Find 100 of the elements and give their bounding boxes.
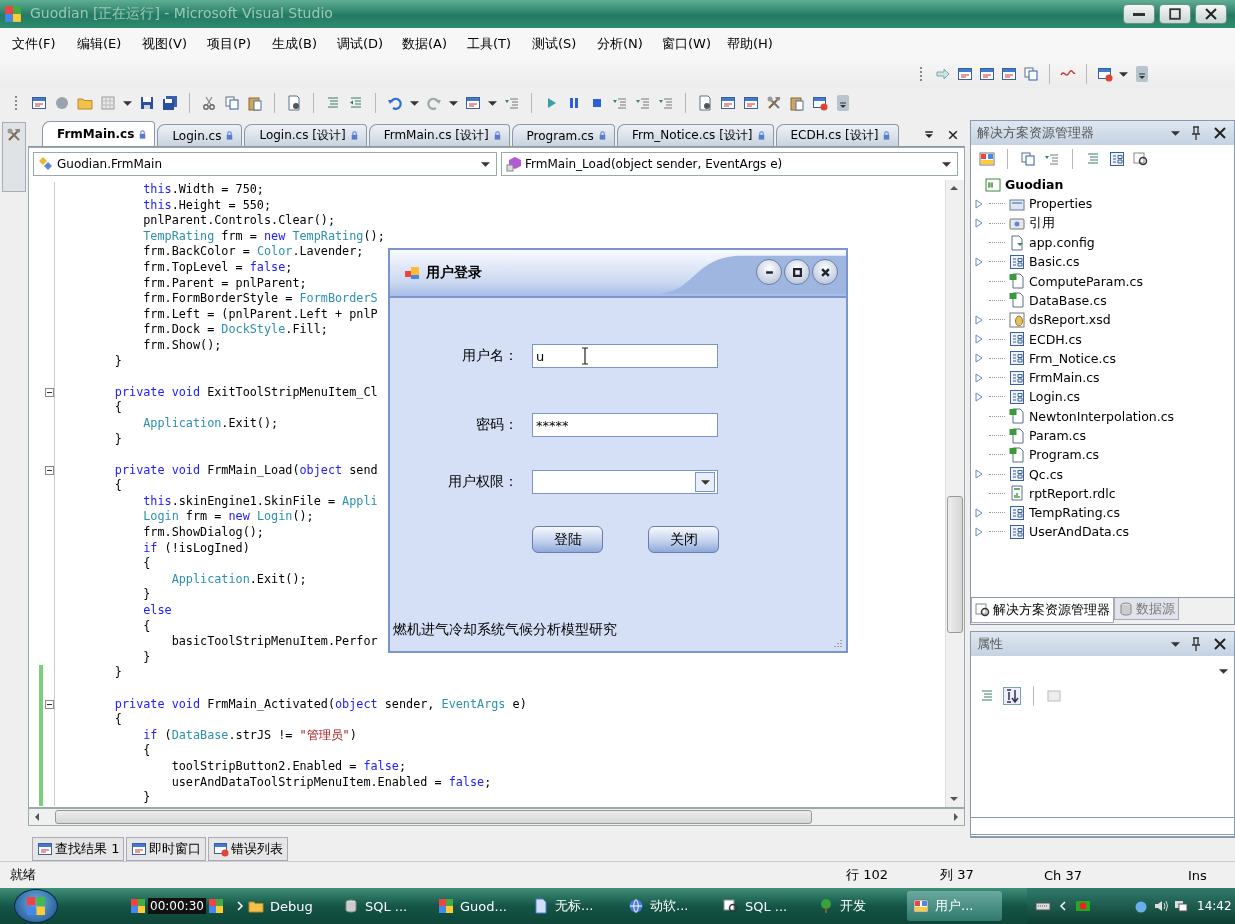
tree-item[interactable]: Basic.cs	[1029, 254, 1080, 270]
scrollbar[interactable]	[28, 808, 965, 826]
caret-icon[interactable]	[449, 100, 458, 106]
maximize-button[interactable]	[1159, 4, 1191, 24]
minimize-button[interactable]	[1123, 4, 1155, 24]
close-icon[interactable]	[947, 129, 959, 141]
folder-icon[interactable]	[77, 95, 93, 111]
caret-icon[interactable]	[410, 100, 419, 106]
copy-icon[interactable]	[224, 95, 240, 111]
expand-icon[interactable]	[975, 469, 983, 480]
taskbar-button[interactable]: SQL ...	[337, 891, 432, 921]
panel-tab[interactable]: 数据源	[1114, 598, 1179, 620]
scrollbar-thumb[interactable]	[55, 810, 812, 824]
tools-icon[interactable]	[766, 95, 782, 111]
tree-item[interactable]: Program.cs	[1029, 447, 1100, 463]
overflow-icon[interactable]	[835, 95, 851, 111]
paste-icon[interactable]	[247, 95, 263, 111]
combo-box[interactable]	[532, 470, 718, 494]
window-icon[interactable]	[1097, 66, 1113, 82]
window-icon[interactable]	[957, 66, 973, 82]
tree-item[interactable]: Qc.cs	[1029, 466, 1064, 482]
menu-item[interactable]: 数据(A)	[402, 35, 467, 53]
panel-tab[interactable]: 解决方案资源管理器	[971, 598, 1114, 623]
copy-icon[interactable]	[1020, 151, 1036, 167]
save-icon[interactable]	[139, 95, 155, 111]
tree-item[interactable]: 引用	[1029, 214, 1055, 232]
magnifier-icon[interactable]	[1133, 151, 1149, 167]
taskbar-button[interactable]: 无标...	[527, 891, 622, 921]
menu-item[interactable]: 分析(N)	[597, 35, 662, 53]
resize-grip-icon[interactable]	[832, 637, 842, 647]
output-tab[interactable]: 错误列表	[208, 837, 289, 861]
window-icon[interactable]	[812, 95, 828, 111]
caret-icon[interactable]	[1119, 71, 1128, 77]
input-field[interactable]: *****	[532, 413, 718, 437]
output-tab[interactable]: 查找结果 1	[32, 837, 125, 861]
copy-icon[interactable]	[1023, 66, 1039, 82]
menu-item[interactable]: 项目(P)	[207, 35, 272, 53]
caret-icon[interactable]	[123, 100, 132, 106]
menu-item[interactable]: 编辑(E)	[77, 35, 142, 53]
menu-item[interactable]: 文件(F)	[12, 35, 77, 53]
editor-tab[interactable]: Frm_Notice.cs [设计]	[616, 124, 774, 146]
window-icon[interactable]	[465, 95, 481, 111]
scrollbar-thumb[interactable]	[947, 496, 963, 633]
window-icon[interactable]	[979, 151, 995, 167]
close-button[interactable]	[1195, 4, 1227, 24]
tree-item[interactable]: Guodian	[1005, 177, 1064, 193]
tree-item[interactable]: FrmMain.cs	[1029, 370, 1100, 386]
expand-icon[interactable]	[975, 507, 983, 518]
app-icon[interactable]	[130, 898, 146, 914]
taskbar-button[interactable]: SQL ...	[717, 891, 812, 921]
expand-icon[interactable]	[975, 314, 983, 325]
window-icon[interactable]	[979, 66, 995, 82]
app-icon[interactable]	[207, 898, 224, 914]
expand-icon[interactable]	[975, 391, 983, 402]
undo-icon[interactable]	[387, 95, 403, 111]
expand-icon[interactable]	[975, 353, 983, 364]
caret-icon[interactable]	[1171, 641, 1180, 647]
expand-icon[interactable]	[975, 218, 983, 229]
tree-item[interactable]: rptReport.rdlc	[1029, 485, 1116, 501]
tree-item[interactable]: Param.cs	[1029, 428, 1086, 443]
editor-tab[interactable]: FrmMain.cs [设计]	[368, 124, 510, 146]
close-icon[interactable]	[1212, 636, 1228, 652]
window-icon[interactable]	[743, 95, 759, 111]
dialog-button[interactable]: 登陆	[532, 526, 603, 553]
menu-item[interactable]: 视图(V)	[142, 35, 207, 53]
taskbar-button[interactable]: Guod...	[432, 891, 527, 921]
editor-tab[interactable]: Program.cs	[511, 124, 615, 146]
dialog-button[interactable]: 关闭	[648, 526, 719, 553]
tree-item[interactable]: TempRating.cs	[1029, 505, 1120, 521]
type-dropdown[interactable]: Guodian.FrmMain	[33, 152, 497, 176]
window-icon[interactable]	[31, 95, 47, 111]
tree-item[interactable]: NewtonInterpolation.cs	[1029, 408, 1175, 424]
collapse-icon[interactable]	[45, 466, 54, 475]
editor-tab[interactable]: Login.cs	[157, 124, 243, 146]
menu-item[interactable]: 工具(T)	[467, 35, 532, 53]
collapse-icon[interactable]	[45, 388, 54, 397]
paste-icon[interactable]	[789, 95, 805, 111]
tree-item[interactable]: dsReport.xsd	[1029, 312, 1111, 328]
editor-tab[interactable]: FrmMain.cs	[42, 121, 156, 146]
tree-item[interactable]: UserAndData.cs	[1029, 524, 1130, 540]
taskbar-button[interactable]: 用户...	[907, 891, 1002, 921]
menu-item[interactable]: 生成(B)	[272, 35, 337, 53]
network-icon[interactable]	[1173, 898, 1189, 914]
input-field[interactable]: u	[532, 344, 718, 368]
overflow-icon[interactable]	[1134, 66, 1150, 82]
menu-item[interactable]: 窗口(W)	[662, 35, 727, 53]
taskbar-button[interactable]: Debug	[242, 891, 337, 921]
expand-icon[interactable]	[975, 198, 983, 209]
save-all-icon[interactable]	[162, 95, 178, 111]
collapse-icon[interactable]	[45, 699, 54, 709]
expand-icon[interactable]	[975, 372, 983, 383]
tree-item[interactable]: ECDH.cs	[1029, 331, 1082, 347]
member-dropdown[interactable]: FrmMain_Load(object sender, EventArgs e)	[501, 152, 958, 176]
window-icon[interactable]	[720, 95, 736, 111]
close-icon[interactable]	[1212, 125, 1228, 141]
find-icon[interactable]	[697, 95, 713, 111]
caret-icon[interactable]	[488, 100, 497, 106]
volume-icon[interactable]	[1153, 898, 1169, 914]
tab-menu-icon[interactable]	[923, 129, 935, 141]
menu-item[interactable]: 测试(S)	[532, 35, 597, 53]
